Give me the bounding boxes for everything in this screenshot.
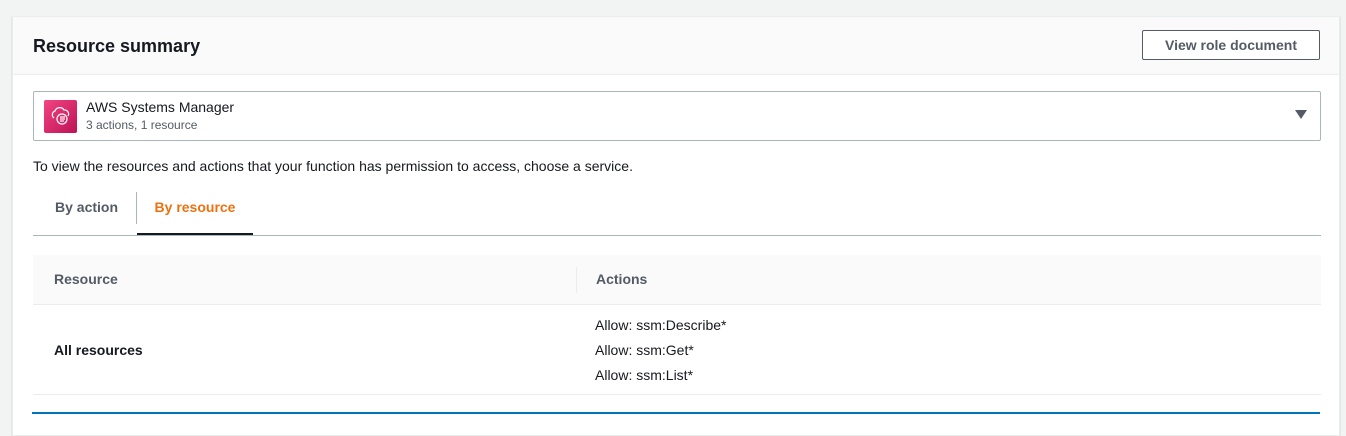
panel-header: Resource summary View role document: [13, 17, 1339, 75]
action-item: Allow: ssm:Describe*: [595, 317, 727, 333]
resource-summary-panel: Resource summary View role document AWS …: [12, 16, 1340, 436]
service-name: AWS Systems Manager: [86, 99, 235, 115]
panel-title: Resource summary: [33, 36, 201, 56]
tab-by-resource[interactable]: By resource: [137, 190, 253, 235]
action-item: Allow: ssm:List*: [595, 367, 694, 383]
service-select[interactable]: AWS Systems Manager 3 actions, 1 resourc…: [33, 91, 1321, 141]
service-summary: 3 actions, 1 resource: [86, 118, 198, 132]
tab-bar: By action By resource: [33, 190, 1321, 236]
tab-by-action[interactable]: By action: [55, 190, 118, 235]
resources-table: Resource Actions All resources Allow: ss…: [33, 255, 1321, 395]
resource-cell: All resources: [54, 342, 143, 358]
table-header: Resource Actions: [33, 255, 1321, 305]
systems-manager-icon: [44, 100, 77, 133]
column-header-resource: Resource: [54, 271, 118, 287]
actions-cell: Allow: ssm:Describe* Allow: ssm:Get* All…: [595, 317, 726, 392]
column-divider: [576, 267, 577, 293]
column-header-actions: Actions: [596, 271, 648, 287]
view-role-document-button[interactable]: View role document: [1142, 30, 1320, 60]
table-row: All resources Allow: ssm:Describe* Allow…: [33, 305, 1321, 395]
caret-down-icon: [1295, 110, 1307, 119]
next-panel-edge: [32, 412, 1320, 416]
service-description: To view the resources and actions that y…: [33, 158, 633, 174]
action-item: Allow: ssm:Get*: [595, 342, 694, 358]
